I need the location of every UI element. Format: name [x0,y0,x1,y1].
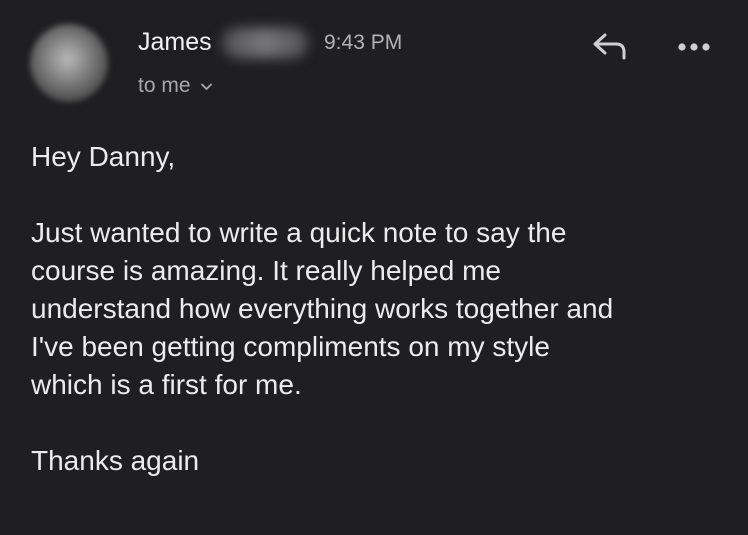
reply-arrow-icon [593,33,626,60]
email-body: Hey Danny, Just wanted to write a quick … [31,138,731,480]
chevron-down-icon [200,83,212,90]
email-message: Just wanted to write a quick note to say… [31,214,731,404]
more-dots-icon [678,43,710,51]
more-options-button[interactable] [676,36,712,58]
email-closing: Thanks again [31,445,200,476]
message-line: I've been getting compliments on my styl… [31,331,550,362]
message-line: which is a first for me. [31,369,302,400]
email-greeting: Hey Danny, [31,141,176,172]
reply-button[interactable] [590,28,630,64]
recipient-label: to me [138,74,191,97]
message-line: understand how everything works together… [31,293,614,324]
sender-name[interactable]: James [138,27,212,57]
sender-avatar[interactable] [30,24,108,102]
recipient-details-toggle[interactable]: to me [138,73,213,99]
email-timestamp: 9:43 PM [324,31,403,54]
message-line: Just wanted to write a quick note to say… [31,217,567,248]
message-line: course is amazing. It really helped me [31,255,501,286]
redacted-surname-blur [222,28,308,58]
